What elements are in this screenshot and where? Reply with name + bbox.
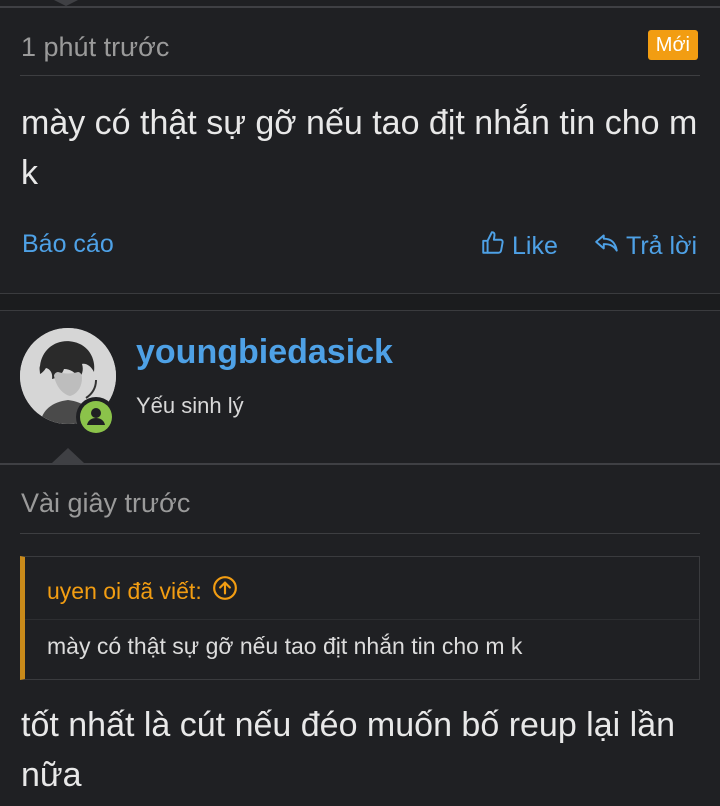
quote-block: uyen oi đã viết: mày có thật sự gỡ nếu t…: [20, 556, 700, 680]
post-timestamp[interactable]: Vài giây trước: [21, 488, 190, 519]
user-header: youngbiedasick Yếu sinh lý: [0, 311, 720, 464]
quote-text: mày có thật sự gỡ nếu tao địt nhắn tin c…: [47, 633, 523, 659]
post-top-divider: [0, 6, 720, 8]
report-label: Báo cáo: [22, 230, 114, 258]
thumbs-up-icon: [480, 230, 506, 263]
like-label: Like: [512, 232, 558, 260]
quote-divider: [25, 619, 699, 620]
post-current: youngbiedasick Yếu sinh lý Vài giây trướ…: [0, 310, 720, 806]
post-pointer-arrow: [52, 0, 80, 6]
post-pointer-arrow: [52, 448, 84, 463]
post-message: tốt nhất là cút nếu đéo muốn bố reup lại…: [21, 706, 676, 794]
reply-arrow-icon: [594, 230, 620, 263]
meta-divider: [20, 75, 700, 76]
reply-button[interactable]: Trả lời: [594, 230, 697, 263]
like-button[interactable]: Like: [480, 230, 558, 263]
online-status-icon: [80, 401, 112, 433]
arrow-up-circle-icon[interactable]: [212, 575, 238, 607]
quote-header[interactable]: uyen oi đã viết:: [47, 575, 238, 607]
report-link[interactable]: Báo cáo: [22, 230, 114, 259]
post-timestamp[interactable]: 1 phút trước: [21, 32, 169, 63]
reply-label: Trả lời: [626, 232, 698, 260]
post-divider: [0, 463, 720, 465]
post-message: mày có thật sự gỡ nếu tao địt nhắn tin c…: [21, 104, 698, 192]
meta-divider: [20, 533, 700, 534]
online-status-indicator: [76, 397, 116, 437]
post-previous: 1 phút trước Mới mày có thật sự gỡ nếu t…: [0, 0, 720, 294]
quote-author: uyen oi đã viết:: [47, 577, 202, 604]
user-title: Yếu sinh lý: [136, 393, 244, 418]
username-link[interactable]: youngbiedasick: [136, 333, 393, 372]
new-badge: Mới: [647, 30, 698, 60]
